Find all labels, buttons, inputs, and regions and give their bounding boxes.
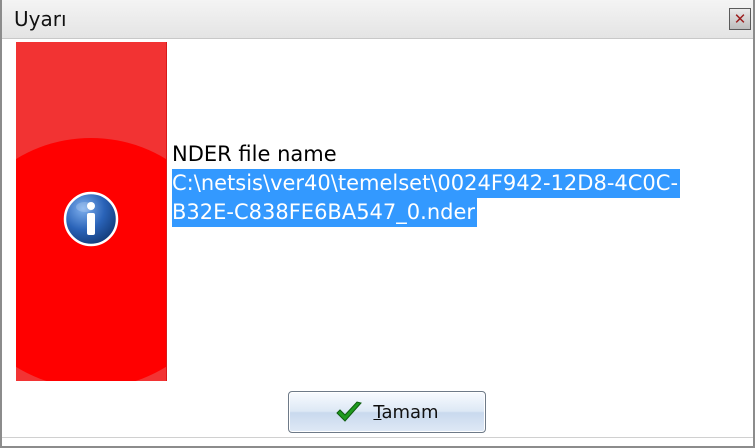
bottom-divider [2, 437, 753, 438]
title-bar[interactable]: Uyarı ✕ [2, 0, 753, 39]
close-button[interactable]: ✕ [729, 8, 751, 30]
ok-label-rest: amam [381, 401, 439, 423]
file-path-line-1: C:\netsis\ver40\temelset\0024F942-12D8-4… [172, 169, 681, 198]
check-icon [336, 401, 363, 422]
side-panel-disc [16, 138, 166, 381]
message-area: NDER file name C:\netsis\ver40\temelset\… [172, 140, 732, 227]
dialog-title: Uyarı [14, 7, 67, 31]
info-side-panel [16, 42, 167, 381]
ok-button-label: Tamam [373, 402, 438, 423]
file-path-selection[interactable]: C:\netsis\ver40\temelset\0024F942-12D8-4… [172, 169, 732, 227]
close-icon: ✕ [733, 9, 747, 28]
alert-dialog: Uyarı ✕ NDER file name C:\netsis\ver40\t… [0, 0, 755, 448]
ok-button[interactable]: Tamam [288, 391, 486, 433]
info-icon [63, 191, 119, 247]
file-path-line-2: B32E-C838FE6BA547_0.nder [172, 198, 478, 227]
message-label: NDER file name [172, 142, 337, 166]
